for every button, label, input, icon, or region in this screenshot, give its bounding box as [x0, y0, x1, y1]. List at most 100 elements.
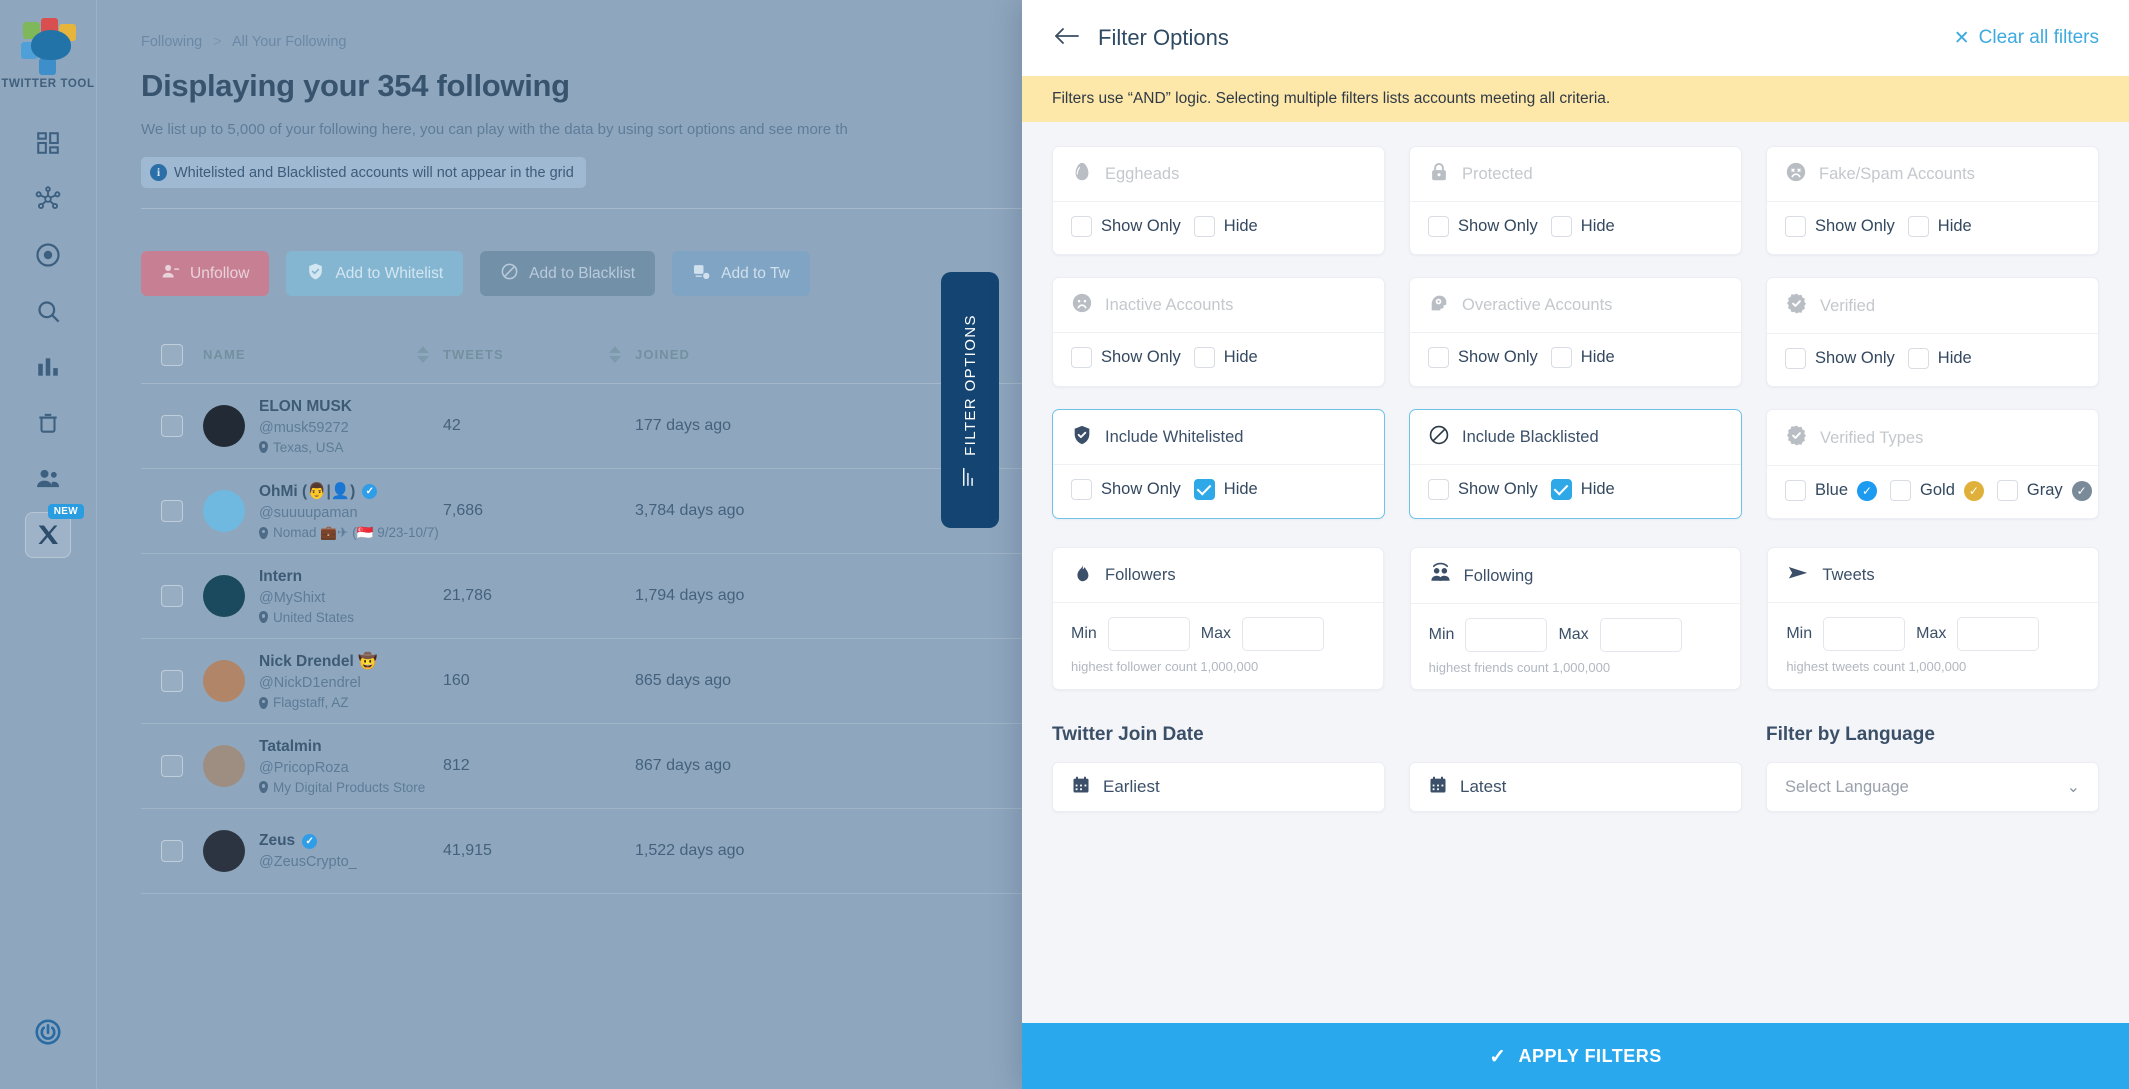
checkbox-box[interactable] — [1071, 216, 1092, 237]
checkbox-label: Hide — [1223, 480, 1258, 498]
filter-logic-notice: Filters use “AND” logic. Selecting multi… — [1022, 76, 2129, 122]
filter-by-language-label: Filter by Language — [1766, 724, 1935, 745]
add-to-whitelist-button[interactable]: Add to Whitelist — [286, 251, 464, 296]
hide-checkbox-include-whitelisted[interactable]: Hide — [1193, 479, 1258, 500]
arrow-left-icon[interactable] — [1054, 26, 1080, 51]
checkbox-box[interactable] — [1428, 347, 1449, 368]
hide-checkbox-inactive[interactable]: Hide — [1193, 347, 1258, 368]
account-handle: @MyShixt — [259, 589, 326, 606]
show-only-checkbox-overactive[interactable]: Show Only — [1428, 347, 1538, 368]
checkbox-box[interactable] — [1785, 480, 1806, 501]
joined-date: 867 days ago — [635, 757, 732, 774]
hide-checkbox-verified[interactable]: Hide — [1907, 348, 1972, 369]
select-all-cell[interactable] — [141, 343, 203, 366]
account-name: ELON MUSK — [259, 397, 352, 415]
show-only-checkbox-inactive[interactable]: Show Only — [1071, 347, 1181, 368]
checkbox-box[interactable] — [1907, 348, 1929, 369]
panel-header: Filter Options ✕ Clear all filters — [1022, 0, 2129, 76]
show-only-checkbox-include-whitelisted[interactable]: Show Only — [1071, 479, 1181, 500]
clear-all-filters-button[interactable]: ✕ Clear all filters — [1954, 27, 2099, 50]
select-all-checkbox[interactable] — [161, 343, 183, 366]
frown-face-icon — [1071, 292, 1093, 319]
verified-type-gold[interactable]: Gold ✓ — [1890, 480, 1984, 501]
account-location: Nomad 💼✈ (🇸🇬 9/23-10/7) — [259, 525, 439, 541]
row-checkbox[interactable] — [161, 500, 183, 522]
add-to-blacklist-button[interactable]: Add to Blacklist — [480, 251, 656, 296]
sidebar-item-search[interactable] — [25, 288, 71, 334]
filter-options-tab[interactable]: FILTER OPTIONS — [941, 272, 999, 528]
unfollow-button[interactable]: Unfollow — [141, 251, 270, 296]
row-checkbox[interactable] — [161, 755, 183, 777]
verified-type-gray[interactable]: Gray ✓ — [1996, 480, 2092, 501]
followers-min-input[interactable] — [1107, 617, 1190, 651]
min-label: Min — [1071, 625, 1097, 642]
sidebar-item-network[interactable] — [25, 176, 71, 222]
followers-max-input[interactable] — [1242, 617, 1325, 651]
sort-arrows-icon[interactable] — [609, 346, 635, 363]
row-checkbox[interactable] — [161, 670, 183, 692]
checkbox-box[interactable] — [1996, 480, 2018, 501]
show-only-checkbox-include-blacklisted[interactable]: Show Only — [1428, 479, 1538, 500]
location-pin-icon — [259, 526, 268, 539]
earliest-date-field[interactable]: Earliest — [1052, 762, 1385, 812]
breadcrumb-item-all-your-following[interactable]: All Your Following — [232, 34, 346, 50]
breadcrumb-item-following[interactable]: Following — [141, 34, 202, 50]
sidebar-item-x-platform[interactable]: NEW — [25, 504, 84, 558]
tweets-count: 7,686 — [443, 502, 484, 519]
avatar — [203, 575, 245, 617]
column-header-name[interactable]: NAME — [203, 346, 443, 363]
hide-checkbox-include-blacklisted[interactable]: Hide — [1550, 479, 1615, 500]
sidebar-item-target[interactable] — [25, 232, 71, 278]
add-to-twitter-list-button[interactable]: Add to Tw — [672, 251, 810, 296]
column-header-joined[interactable]: JOINED — [635, 347, 835, 362]
sidebar-item-power[interactable] — [25, 1009, 71, 1055]
row-checkbox[interactable] — [161, 415, 183, 437]
checkbox-box[interactable] — [1428, 216, 1449, 237]
checkbox-box[interactable] — [1193, 216, 1215, 237]
tweets-max-input[interactable] — [1957, 617, 2040, 651]
following-max-input[interactable] — [1599, 618, 1682, 652]
sort-arrows-icon[interactable] — [417, 346, 443, 363]
gray-verified-badge-icon: ✓ — [2071, 480, 2092, 501]
avatar — [203, 745, 245, 787]
close-x-icon: ✕ — [1953, 27, 1970, 49]
checkbox-box[interactable] — [1071, 347, 1092, 368]
sidebar-item-trash[interactable] — [25, 400, 71, 446]
checkbox-box[interactable] — [1907, 216, 1929, 237]
filter-card-fake-spam-accounts: Fake/Spam Accounts Show Only Hide — [1766, 146, 2099, 255]
checkbox-box[interactable] — [1550, 479, 1572, 500]
checkbox-box[interactable] — [1890, 480, 1912, 501]
tweets-min-input[interactable] — [1823, 617, 1906, 651]
column-header-tweets[interactable]: TWEETS — [443, 346, 635, 363]
sidebar-item-analytics[interactable] — [25, 344, 71, 390]
account-name: Nick Drendel 🤠 — [259, 653, 378, 670]
checkbox-box[interactable] — [1550, 216, 1572, 237]
hide-checkbox-eggheads[interactable]: Hide — [1193, 216, 1258, 237]
row-checkbox[interactable] — [161, 840, 183, 862]
sidebar-item-people[interactable] — [25, 456, 71, 502]
show-only-checkbox-verified[interactable]: Show Only — [1785, 348, 1895, 369]
checkbox-box[interactable] — [1071, 479, 1092, 500]
show-only-checkbox-fake-spam[interactable]: Show Only — [1785, 216, 1895, 237]
show-only-checkbox-eggheads[interactable]: Show Only — [1071, 216, 1181, 237]
row-checkbox[interactable] — [161, 585, 183, 607]
checkbox-box[interactable] — [1193, 347, 1215, 368]
checkbox-box[interactable] — [1193, 479, 1215, 500]
hide-checkbox-fake-spam[interactable]: Hide — [1907, 216, 1972, 237]
sidebar-item-dashboard[interactable] — [25, 120, 71, 166]
verified-type-blue[interactable]: Blue ✓ — [1785, 480, 1878, 501]
checkbox-box[interactable] — [1428, 479, 1449, 500]
show-only-checkbox-protected[interactable]: Show Only — [1428, 216, 1538, 237]
apply-filters-button[interactable]: ✓ APPLY FILTERS — [1022, 1023, 2129, 1089]
language-select[interactable]: Select Language ⌄ — [1766, 762, 2099, 812]
gold-verified-badge-icon: ✓ — [1963, 480, 1984, 501]
hide-checkbox-overactive[interactable]: Hide — [1550, 347, 1615, 368]
checkbox-box[interactable] — [1785, 348, 1806, 369]
latest-date-field[interactable]: Latest — [1409, 762, 1742, 812]
checkbox-box[interactable] — [1785, 216, 1806, 237]
checkbox-label: Show Only — [1458, 217, 1538, 235]
following-min-input[interactable] — [1465, 618, 1548, 652]
send-icon — [1786, 562, 1810, 589]
hide-checkbox-protected[interactable]: Hide — [1550, 216, 1615, 237]
checkbox-box[interactable] — [1550, 347, 1572, 368]
